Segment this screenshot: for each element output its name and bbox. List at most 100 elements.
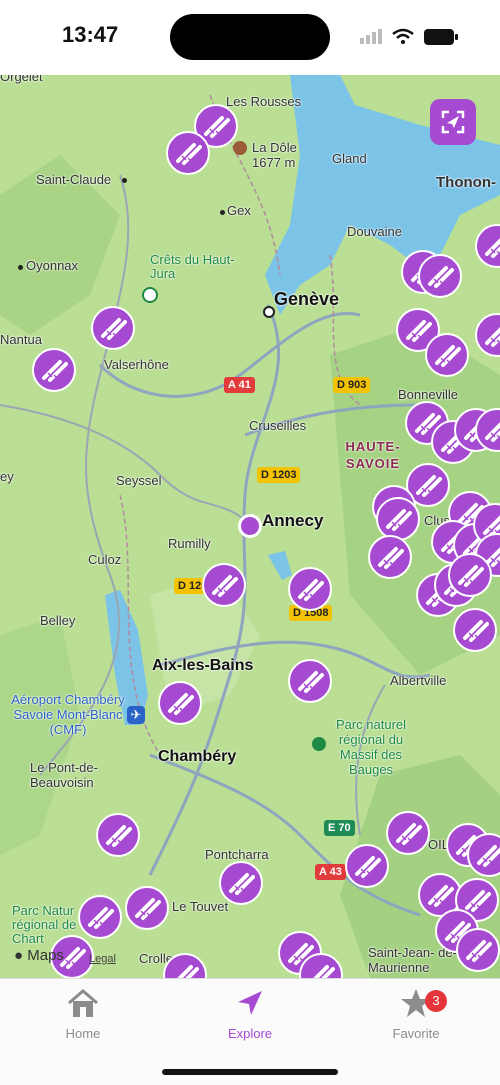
town-label: Le Touvet	[172, 899, 229, 914]
legal-link[interactable]: Legal	[89, 953, 116, 965]
ski-icon	[396, 823, 422, 845]
town-label: ey	[0, 469, 14, 484]
house-icon	[68, 989, 98, 1017]
ski-icon	[101, 318, 127, 340]
ski-icon	[428, 885, 454, 907]
ski-resort-marker[interactable]	[166, 131, 210, 175]
ski-icon	[212, 575, 238, 597]
maps-attribution-text: Maps	[27, 947, 64, 964]
ski-resort-marker[interactable]	[202, 563, 246, 607]
park-label: Parc naturel régional du Massif des Baug…	[335, 717, 407, 777]
ski-icon	[204, 116, 230, 138]
home-indicator	[162, 1069, 338, 1075]
ski-resort-marker[interactable]	[376, 497, 420, 541]
ski-icon	[477, 845, 500, 867]
road-shield: D 903	[333, 377, 371, 393]
road-shield: A 41	[224, 377, 255, 393]
town-label: Cruseilles	[249, 418, 307, 433]
ski-icon	[168, 693, 194, 715]
recenter-map-button[interactable]	[430, 99, 476, 145]
city-dot	[263, 306, 275, 318]
ski-icon	[465, 890, 491, 912]
region-label: HAUTE-SAVOIE	[345, 439, 401, 471]
ski-icon	[406, 320, 432, 342]
cellular-signal-icon	[360, 29, 382, 44]
ski-resort-marker[interactable]	[32, 348, 76, 392]
tab-label: Explore	[227, 1026, 273, 1041]
ski-icon	[485, 422, 500, 442]
ski-resort-marker[interactable]	[418, 254, 462, 298]
airport-label: Aéroport Chambéry Savoie Mont-Blanc (CMF…	[11, 692, 125, 737]
ski-icon	[466, 940, 492, 962]
town-label: Valserhône	[104, 357, 169, 372]
town-label: Les Rousses	[226, 94, 302, 109]
ski-resort-marker[interactable]	[78, 895, 122, 939]
town-label: Saint-Claude	[36, 172, 112, 187]
apple-logo-icon: ●	[14, 947, 24, 964]
ski-resort-marker[interactable]	[219, 861, 263, 905]
ski-icon	[313, 965, 335, 978]
town-label: Le Pont-de- Beauvoisin	[30, 760, 98, 790]
ski-icon	[135, 898, 161, 920]
road-shield: E 70	[324, 820, 355, 836]
city-label: Chambéry	[158, 748, 237, 765]
selected-location-pin[interactable]	[238, 514, 262, 538]
tab-label: Home	[65, 1026, 101, 1041]
town-dot	[220, 210, 225, 215]
ski-resort-marker[interactable]	[91, 306, 135, 350]
ski-icon	[229, 873, 255, 895]
poi-label: Crêts du Haut-Jura	[150, 252, 235, 281]
ski-icon	[378, 547, 404, 569]
ski-resort-marker[interactable]	[456, 928, 500, 972]
tab-bar: Home Explore 3 Favorite	[0, 978, 500, 1085]
tab-home[interactable]: Home	[23, 987, 143, 1041]
map-view[interactable]: Orgelet Les Rousses La Dôle 1677 m Saint…	[0, 75, 500, 978]
town-label: Oyonnax	[26, 258, 79, 273]
town-dot	[18, 265, 23, 270]
dynamic-island	[170, 14, 330, 60]
ski-resort-marker[interactable]	[288, 659, 332, 703]
town-label: Nantua	[0, 332, 42, 347]
location-crosshair-icon	[441, 110, 465, 134]
town-dot	[122, 178, 127, 183]
ski-resort-marker[interactable]	[453, 608, 497, 652]
ski-icon	[458, 565, 484, 587]
town-label: Gex	[227, 203, 251, 218]
ski-icon	[88, 907, 114, 929]
town-label: Belley	[40, 613, 76, 628]
ski-resort-marker[interactable]	[386, 811, 430, 855]
maps-attribution: ● Maps	[14, 947, 64, 964]
park-icon	[142, 287, 158, 303]
ski-resort-marker[interactable]	[96, 813, 140, 857]
ski-icon	[485, 238, 500, 258]
ski-resort-marker[interactable]	[425, 333, 469, 377]
ski-icon	[298, 579, 324, 601]
ski-resort-marker[interactable]	[345, 844, 389, 888]
road-shield: D 1203	[257, 467, 301, 483]
ski-resort-marker[interactable]	[288, 567, 332, 611]
town-label: Thonon-	[436, 174, 496, 191]
location-arrow-icon	[238, 991, 262, 1015]
wifi-icon	[392, 28, 414, 44]
city-label: Genève	[274, 289, 340, 309]
city-label: Annecy	[262, 511, 324, 530]
ski-resort-marker[interactable]	[448, 553, 492, 597]
peak-altitude-label: 1677 m	[252, 155, 296, 170]
city-label: Aix-les-Bains	[152, 657, 254, 674]
ski-resort-marker[interactable]	[125, 886, 169, 930]
ski-icon	[386, 509, 412, 531]
ski-icon	[176, 143, 202, 165]
town-label: Seyssel	[116, 473, 162, 488]
ski-icon	[463, 620, 489, 642]
ski-icon	[416, 475, 442, 497]
town-label: Culoz	[88, 552, 122, 567]
ski-icon	[106, 825, 132, 847]
mountain-peak-icon	[233, 141, 247, 155]
town-label: Albertville	[390, 673, 447, 688]
tab-favorite[interactable]: 3 Favorite	[356, 987, 476, 1041]
town-label: Rumilly	[168, 536, 211, 551]
tab-explore[interactable]: Explore	[190, 987, 310, 1041]
ski-resort-marker[interactable]	[158, 681, 202, 725]
peak-label: La Dôle	[252, 140, 297, 155]
ski-resort-marker[interactable]	[368, 535, 412, 579]
